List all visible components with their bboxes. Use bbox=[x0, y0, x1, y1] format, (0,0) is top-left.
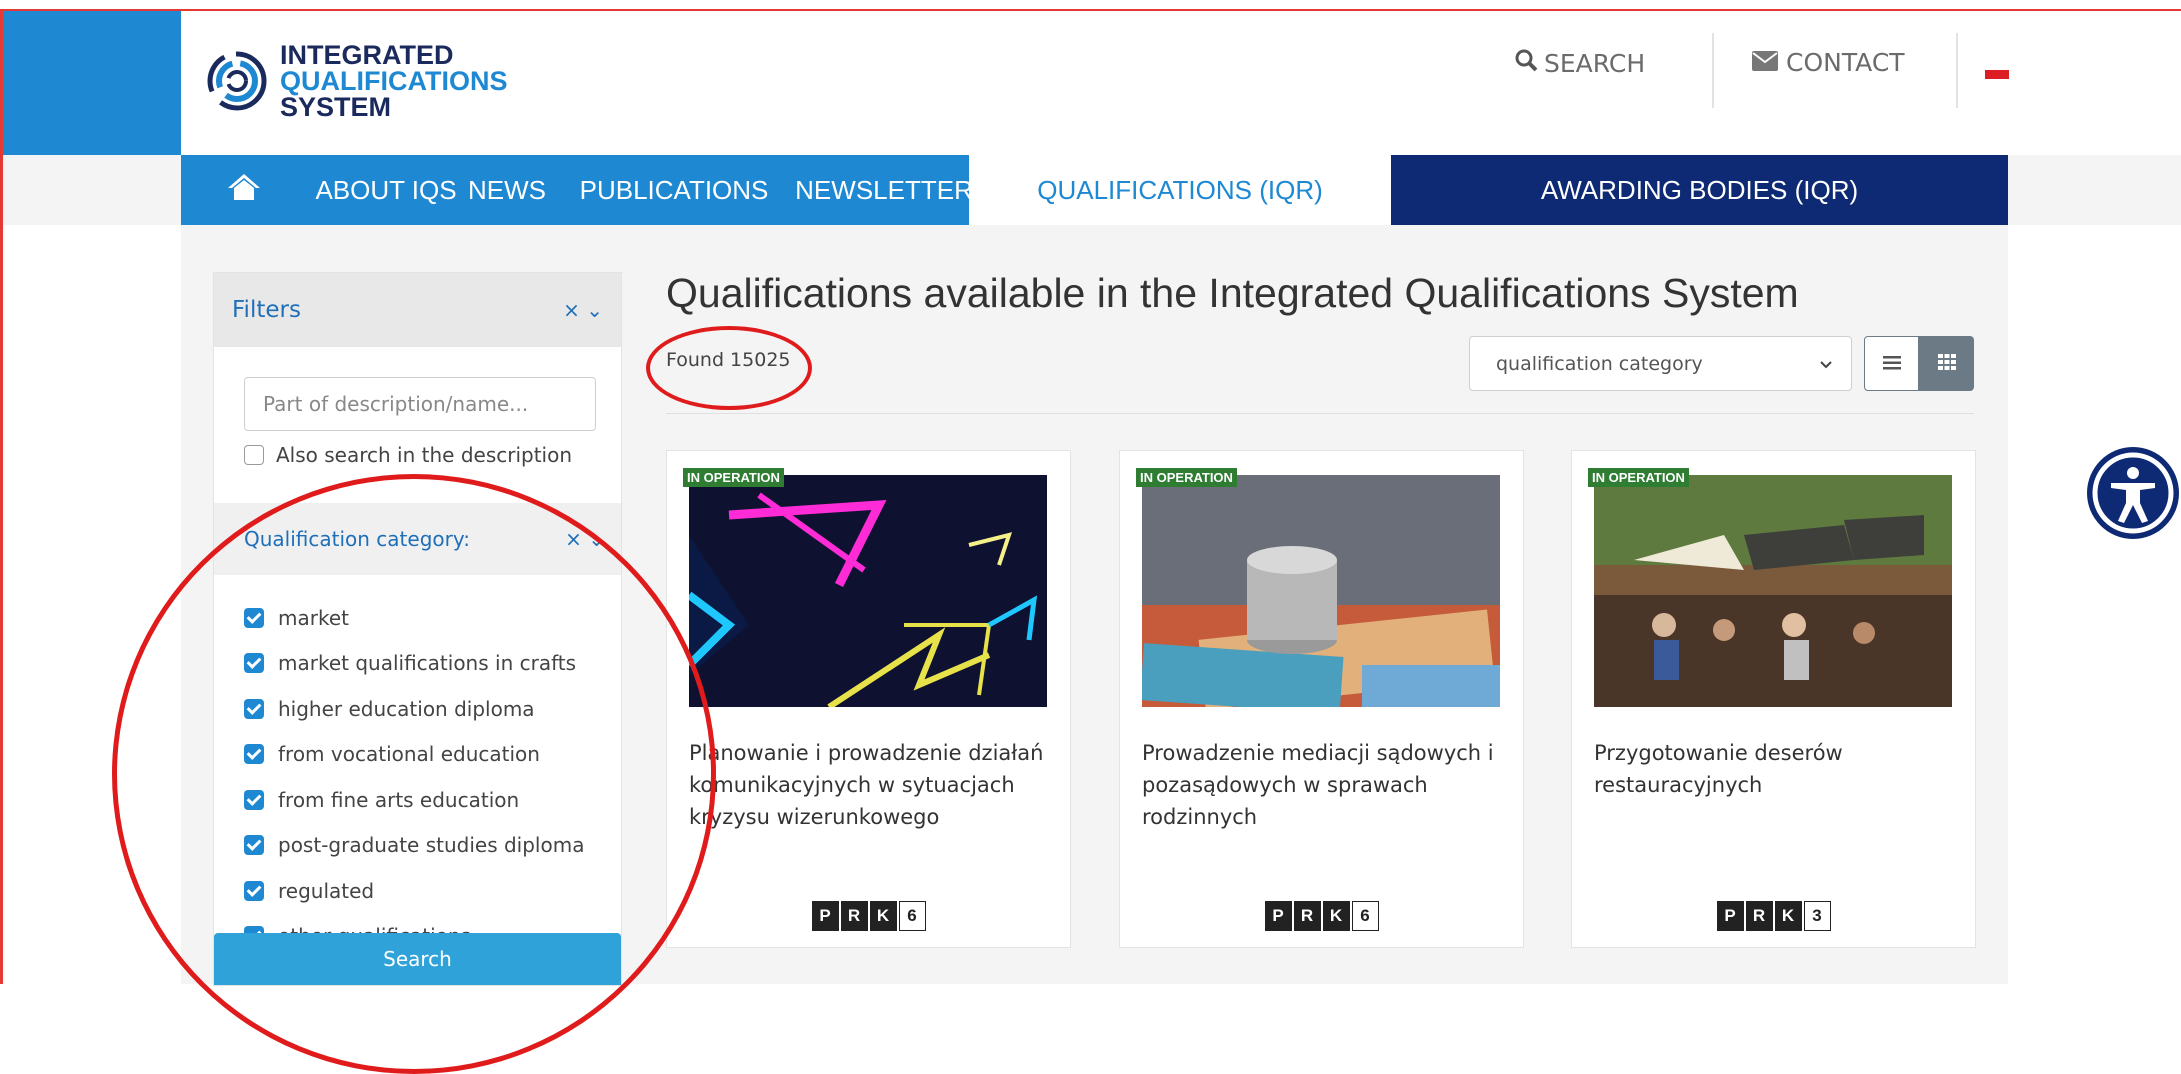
prk-level-indicator: P R K 3 bbox=[1572, 901, 1975, 931]
results-divider bbox=[666, 413, 1974, 414]
page-title: Qualifications available in the Integrat… bbox=[666, 270, 1799, 316]
sort-select[interactable]: qualification category bbox=[1469, 336, 1852, 391]
top-border bbox=[0, 0, 2181, 11]
status-badge: IN OPERATION bbox=[1136, 468, 1237, 487]
qualification-card[interactable]: IN OPERATION Przygotowanie deserów resta… bbox=[1571, 450, 1976, 948]
card-title[interactable]: Planowanie i prowadzenie działań komunik… bbox=[689, 737, 1059, 833]
language-flag-icon[interactable] bbox=[1985, 70, 2009, 79]
card-image bbox=[1594, 475, 1952, 707]
grid-view-button[interactable] bbox=[1919, 336, 1974, 391]
prk-level-indicator: P R K 6 bbox=[1120, 901, 1523, 931]
prk-letter: K bbox=[1774, 901, 1802, 931]
header-blue-corner bbox=[0, 11, 181, 155]
home-icon bbox=[227, 172, 261, 209]
nav-news[interactable]: NEWS bbox=[465, 155, 549, 225]
annotation-circle bbox=[112, 474, 716, 1074]
filters-clear-collapse-icon[interactable]: × ⌄ bbox=[563, 298, 603, 322]
accessibility-button[interactable] bbox=[2085, 445, 2181, 541]
search-label: SEARCH bbox=[1544, 48, 1646, 78]
search-icon bbox=[1514, 48, 1538, 78]
also-search-label: Also search in the description bbox=[276, 443, 573, 467]
logo-line-3: SYSTEM bbox=[280, 92, 392, 122]
header-divider bbox=[1956, 33, 1958, 108]
mail-icon bbox=[1752, 48, 1778, 77]
qualification-card[interactable]: IN OPERATION Planowanie i prowadzenie dz… bbox=[666, 450, 1071, 948]
qualification-card[interactable]: IN OPERATION Prowadzenie mediacji sądowy… bbox=[1119, 450, 1524, 948]
main-navigation: ABOUT IQS NEWS PUBLICATIONS NEWSLETTER Q… bbox=[181, 155, 2008, 225]
nav-awarding-bodies[interactable]: AWARDING BODIES (IQR) bbox=[1391, 155, 2008, 225]
status-badge: IN OPERATION bbox=[1588, 468, 1689, 487]
list-view-button[interactable] bbox=[1864, 336, 1919, 391]
frame-left-border bbox=[0, 11, 3, 984]
header-divider bbox=[1712, 33, 1714, 108]
card-title[interactable]: Prowadzenie mediacji sądowych i pozasądo… bbox=[1142, 737, 1512, 833]
prk-letter: R bbox=[1293, 901, 1321, 931]
grid-view-icon bbox=[1937, 353, 1956, 374]
logo-mark-icon bbox=[206, 50, 268, 112]
also-search-checkbox[interactable] bbox=[244, 445, 264, 465]
prk-letter: P bbox=[811, 901, 839, 931]
prk-level: 6 bbox=[1351, 901, 1379, 931]
logo-line-1: INTEGRATED bbox=[280, 40, 454, 70]
prk-letter: P bbox=[1716, 901, 1744, 931]
contact-label: CONTACT bbox=[1786, 48, 1905, 77]
header-search-link[interactable]: SEARCH bbox=[1514, 48, 1645, 78]
site-logo[interactable]: INTEGRATED QUALIFICATIONS SYSTEM bbox=[206, 36, 507, 126]
nav-home[interactable] bbox=[181, 155, 307, 225]
nav-qualifications[interactable]: QUALIFICATIONS (IQR) bbox=[969, 155, 1391, 225]
chevron-down-icon bbox=[1819, 353, 1833, 375]
filters-title: Filters bbox=[232, 297, 301, 323]
prk-letter: P bbox=[1264, 901, 1292, 931]
logo-line-2: QUALIFICATIONS bbox=[280, 66, 508, 96]
prk-letter: K bbox=[869, 901, 897, 931]
prk-letter: R bbox=[840, 901, 868, 931]
prk-letter: R bbox=[1745, 901, 1773, 931]
prk-level: 3 bbox=[1803, 901, 1831, 931]
also-search-description-option[interactable]: Also search in the description bbox=[244, 443, 572, 467]
accessibility-icon bbox=[2085, 447, 2181, 545]
header-contact-link[interactable]: CONTACT bbox=[1752, 48, 1905, 77]
card-image bbox=[689, 475, 1047, 707]
nav-about-iqs[interactable]: ABOUT IQS bbox=[307, 155, 465, 225]
filter-search-input[interactable]: Part of description/name... bbox=[244, 377, 596, 431]
status-badge: IN OPERATION bbox=[683, 468, 784, 487]
filters-header[interactable]: Filters × ⌄ bbox=[214, 273, 621, 347]
nav-publications[interactable]: PUBLICATIONS bbox=[549, 155, 799, 225]
prk-letter: K bbox=[1322, 901, 1350, 931]
sort-select-value: qualification category bbox=[1496, 352, 1703, 375]
annotation-circle bbox=[646, 326, 812, 410]
prk-level-indicator: P R K 6 bbox=[667, 901, 1070, 931]
card-image bbox=[1142, 475, 1500, 707]
list-view-icon bbox=[1882, 351, 1901, 376]
card-title[interactable]: Przygotowanie deserów restauracyjnych bbox=[1594, 737, 1964, 801]
nav-newsletter[interactable]: NEWSLETTER bbox=[795, 155, 973, 225]
prk-level: 6 bbox=[898, 901, 926, 931]
